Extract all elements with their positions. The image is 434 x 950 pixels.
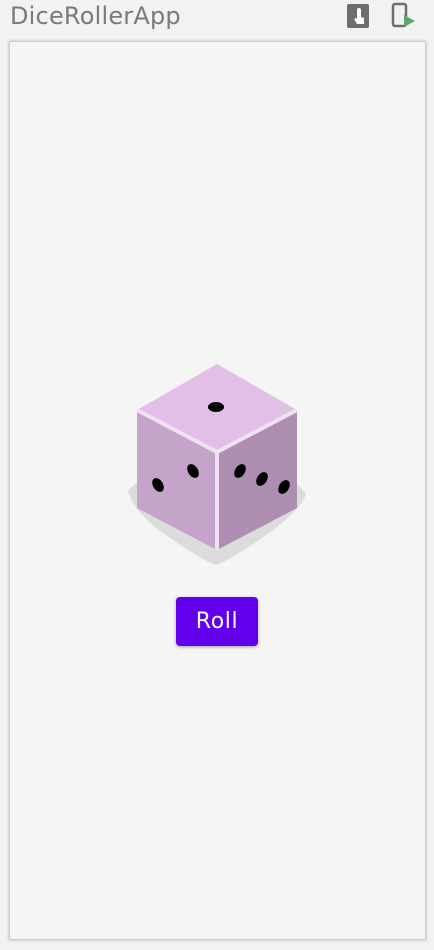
dice-image (128, 364, 306, 565)
header-bar: DiceRollerApp (0, 0, 434, 34)
roll-button[interactable]: Roll (176, 597, 258, 646)
app-title: DiceRollerApp (10, 2, 181, 30)
device-run-icon[interactable] (390, 2, 416, 30)
touch-interaction-icon[interactable] (346, 2, 372, 30)
